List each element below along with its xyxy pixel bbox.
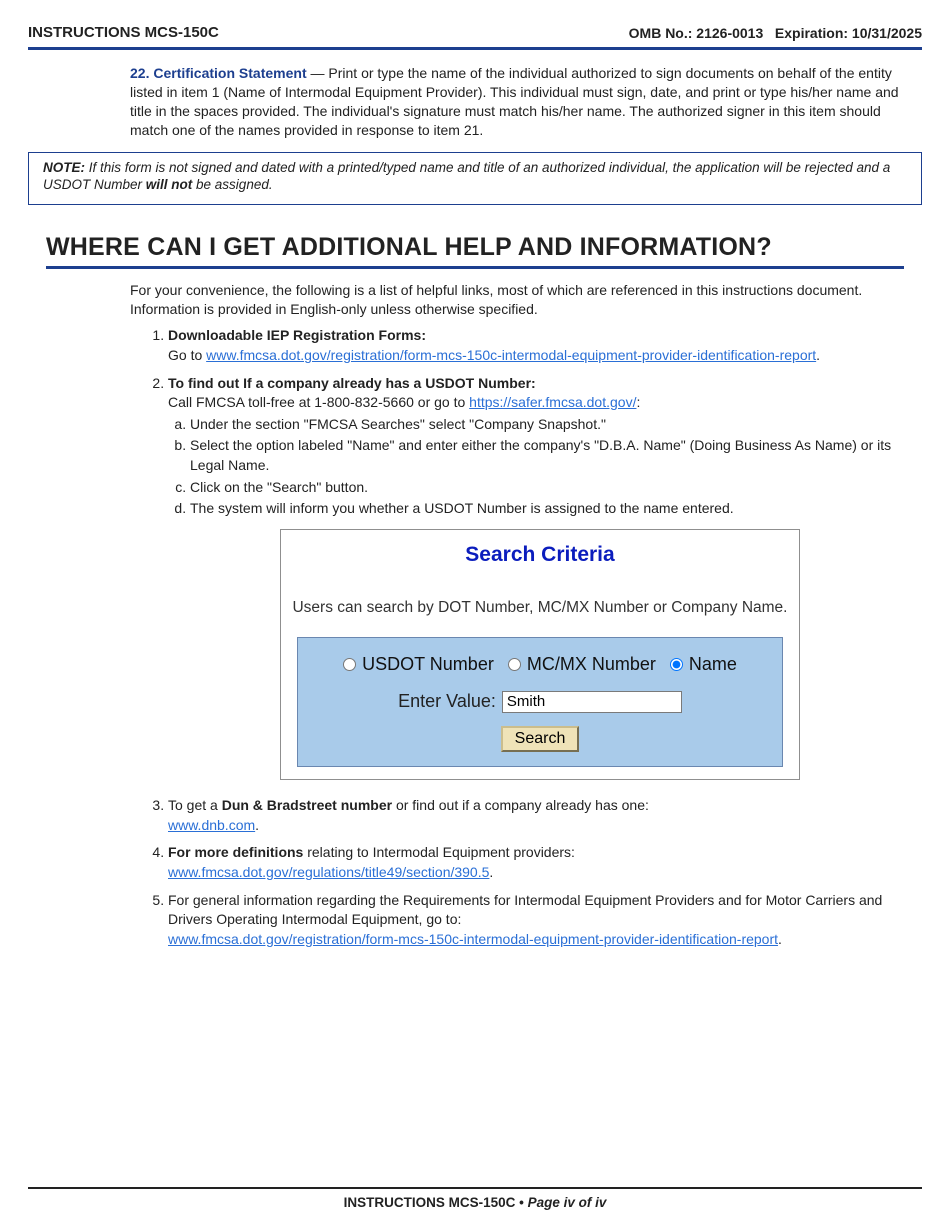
radio-mcmx[interactable] (508, 658, 521, 671)
expiration-date: Expiration: 10/31/2025 (775, 25, 922, 41)
search-panel: USDOT Number MC/MX Number Name Enter Val… (297, 637, 783, 767)
item2-link[interactable]: https://safer.fmcsa.dot.gov/ (469, 394, 636, 410)
item2-sub-a: Under the section "FMCSA Searches" selec… (190, 415, 912, 435)
item5-text: For general information regarding the Re… (168, 892, 882, 928)
radio-name-text: Name (689, 652, 737, 677)
item3-link[interactable]: www.dnb.com (168, 817, 255, 833)
radio-usdot-text: USDOT Number (362, 652, 494, 677)
list-item-4: For more definitions relating to Intermo… (168, 843, 912, 882)
search-description: Users can search by DOT Number, MC/MX Nu… (287, 597, 793, 619)
search-button-row: Search (312, 726, 768, 752)
item1-link[interactable]: www.fmcsa.dot.gov/registration/form-mcs-… (206, 347, 816, 363)
search-criteria-card: Search Criteria Users can search by DOT … (280, 529, 800, 780)
item2-sub-b: Select the option labeled "Name" and ent… (190, 436, 912, 475)
item2-lead: To find out If a company already has a U… (168, 375, 536, 391)
note-label: NOTE: (43, 160, 85, 175)
list-item-1: Downloadable IEP Registration Forms: Go … (168, 326, 912, 365)
certification-statement: 22. Certification Statement — Print or t… (130, 64, 912, 140)
radio-usdot[interactable] (343, 658, 356, 671)
page-footer: INSTRUCTIONS MCS-150C • Page iv of iv (28, 1187, 922, 1210)
item5-link[interactable]: www.fmcsa.dot.gov/registration/form-mcs-… (168, 931, 778, 947)
list-item-5: For general information regarding the Re… (168, 891, 912, 950)
header-meta: OMB No.: 2126-0013 Expiration: 10/31/202… (629, 25, 922, 41)
item3-period: . (255, 817, 259, 833)
enter-value-label: Enter Value: (398, 689, 496, 714)
help-list: Downloadable IEP Registration Forms: Go … (150, 326, 912, 949)
item3-after: or find out if a company already has one… (392, 797, 649, 813)
note-box: NOTE: If this form is not signed and dat… (28, 152, 922, 205)
radio-usdot-label[interactable]: USDOT Number (343, 652, 494, 677)
item4-after: relating to Intermodal Equipment provide… (303, 844, 575, 860)
item1-period: . (816, 347, 820, 363)
enter-value-row: Enter Value: (312, 689, 768, 714)
item2-sublist: Under the section "FMCSA Searches" selec… (168, 415, 912, 519)
radio-mcmx-text: MC/MX Number (527, 652, 656, 677)
item1-lead: Downloadable IEP Registration Forms: (168, 327, 426, 343)
note-text-after: be assigned. (192, 177, 272, 192)
search-button[interactable]: Search (501, 726, 580, 752)
section-title: WHERE CAN I GET ADDITIONAL HELP AND INFO… (46, 233, 904, 269)
footer-title: INSTRUCTIONS MCS-150C (344, 1195, 516, 1210)
item4-period: . (489, 864, 493, 880)
item3-before: To get a (168, 797, 222, 813)
list-item-3: To get a Dun & Bradstreet number or find… (168, 796, 912, 835)
note-will-not: will not (146, 177, 193, 192)
item4-bold: For more definitions (168, 844, 303, 860)
item1-goto: Go to (168, 347, 206, 363)
search-title: Search Criteria (287, 540, 793, 569)
radio-name[interactable] (670, 658, 683, 671)
item2-sub-c: Click on the "Search" button. (190, 478, 912, 498)
item3-bold: Dun & Bradstreet number (222, 797, 392, 813)
radio-name-label[interactable]: Name (670, 652, 737, 677)
item2-call: Call FMCSA toll-free at 1-800-832-5660 o… (168, 394, 469, 410)
footer-page: Page iv of iv (528, 1195, 607, 1210)
item5-period: . (778, 931, 782, 947)
radio-mcmx-label[interactable]: MC/MX Number (508, 652, 656, 677)
item4-link[interactable]: www.fmcsa.dot.gov/regulations/title49/se… (168, 864, 489, 880)
certification-number: 22. Certification Statement (130, 65, 307, 81)
list-item-2: To find out If a company already has a U… (168, 374, 912, 781)
enter-value-input[interactable] (502, 691, 682, 713)
item2-colon: : (636, 394, 640, 410)
page-header: INSTRUCTIONS MCS-150C OMB No.: 2126-0013… (28, 24, 922, 50)
item2-sub-d: The system will inform you whether a USD… (190, 499, 912, 519)
intro-paragraph: For your convenience, the following is a… (130, 281, 912, 319)
certification-dash: — (307, 65, 329, 81)
omb-number: OMB No.: 2126-0013 (629, 25, 764, 41)
header-title: INSTRUCTIONS MCS-150C (28, 24, 219, 41)
radio-row: USDOT Number MC/MX Number Name (312, 652, 768, 677)
footer-bullet: • (515, 1195, 527, 1210)
